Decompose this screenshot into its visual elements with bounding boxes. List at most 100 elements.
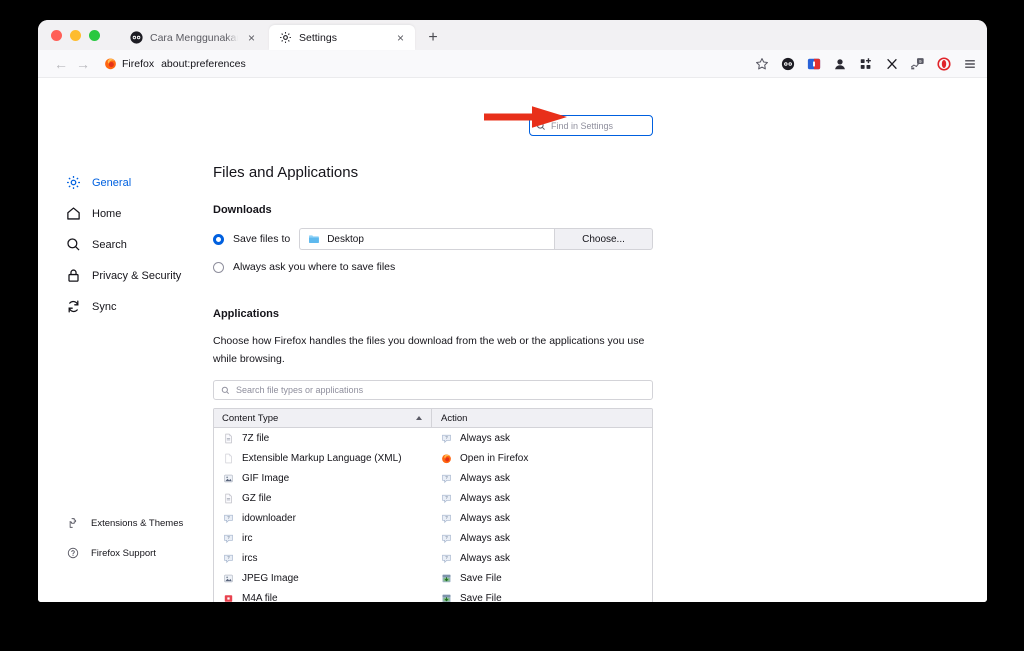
sidebar-item-sync[interactable]: Sync <box>38 291 213 322</box>
table-row[interactable]: ? idownloader? Always ask <box>214 508 652 528</box>
download-folder-row: Desktop Choose... <box>299 228 653 250</box>
table-row[interactable]: ? ircs ? Always ask <box>214 548 652 568</box>
question-circle-icon <box>67 547 79 559</box>
always-ask-icon: ? <box>224 554 233 563</box>
sidebar-item-firefox-support[interactable]: Firefox Support <box>38 538 213 568</box>
hamburger-menu-icon[interactable] <box>962 56 977 71</box>
x-icon[interactable] <box>884 56 899 71</box>
cell-action[interactable]: ? Always ask <box>432 473 652 484</box>
forward-button[interactable]: → <box>72 53 94 75</box>
cell-content-type: ? irc <box>214 533 432 544</box>
content-type-label: GIF Image <box>242 472 290 484</box>
close-window-button[interactable] <box>51 30 62 41</box>
always-ask-icon: ? <box>442 514 451 523</box>
content-type-label: GZ file <box>242 492 272 504</box>
application-search-input[interactable]: Search file types or applications <box>213 380 653 400</box>
always-ask-icon: ? <box>442 474 451 483</box>
save-files-to-row[interactable]: Save files to Desktop Choose... <box>213 228 653 250</box>
column-header-action[interactable]: Action <box>432 409 652 427</box>
always-ask-icon: ? <box>442 534 451 543</box>
cell-action[interactable]: ? Always ask <box>432 553 652 564</box>
table-row[interactable]: Extensible Markup Language (XML) Open in … <box>214 448 652 468</box>
cell-action[interactable]: Open in Firefox <box>432 453 652 464</box>
back-button[interactable]: ← <box>50 53 72 75</box>
action-label: Always ask <box>460 552 511 564</box>
page-title: Files and Applications <box>213 164 359 181</box>
cell-action[interactable]: Save File <box>432 593 652 602</box>
cell-content-type: ? ircs <box>214 553 432 564</box>
new-tab-button[interactable]: + <box>421 25 445 50</box>
save-file-icon <box>442 594 451 602</box>
table-row[interactable]: ? irc? Always ask <box>214 528 652 548</box>
gear-icon <box>67 176 80 189</box>
cell-action[interactable]: ? Always ask <box>432 493 652 504</box>
account-icon[interactable] <box>832 56 847 71</box>
cell-content-type: Extensible Markup Language (XML) <box>214 453 432 464</box>
lock-icon <box>68 269 79 282</box>
always-ask-save-radio[interactable] <box>213 261 224 273</box>
dark-circle-icon[interactable] <box>780 56 795 71</box>
sidebar-item-label: Search <box>92 238 127 251</box>
applications-table-body: 7Z file? Always ask Extensible Markup Lang… <box>214 428 652 602</box>
opera-circle-icon[interactable] <box>936 56 951 71</box>
save-file-icon <box>442 574 451 582</box>
image-file-icon <box>224 474 233 482</box>
download-folder-field[interactable]: Desktop <box>299 228 554 250</box>
table-row[interactable]: GZ file ? Always ask <box>214 488 652 508</box>
table-row[interactable]: M4A file Save File <box>214 588 652 602</box>
sidebar-item-general[interactable]: General <box>38 167 213 198</box>
firefox-logo-icon <box>105 58 116 70</box>
table-row[interactable]: JPEG Image Save File <box>214 568 652 588</box>
minimize-window-button[interactable] <box>70 30 81 41</box>
folder-icon <box>309 235 320 243</box>
save-files-to-radio[interactable] <box>213 233 224 245</box>
cell-content-type: GZ file <box>214 493 432 504</box>
sidebar-item-privacy-security[interactable]: Privacy & Security <box>38 260 213 291</box>
url-bar[interactable]: Firefox about:preferences <box>104 54 754 74</box>
cell-action[interactable]: ? Always ask <box>432 433 652 444</box>
tab-title: Settings <box>299 31 337 44</box>
pocket-icon[interactable] <box>806 56 821 71</box>
tab-close-button[interactable]: × <box>394 31 407 44</box>
content-type-label: Extensible Markup Language (XML) <box>242 452 402 464</box>
action-label: Save File <box>460 572 502 584</box>
sidebar-item-extensions-themes[interactable]: Extensions & Themes <box>38 508 213 538</box>
action-label: Always ask <box>460 512 511 524</box>
download-folder-value: Desktop <box>327 233 364 245</box>
always-ask-save-row[interactable]: Always ask you where to save files <box>213 261 653 273</box>
bookmark-star-icon[interactable] <box>754 56 769 71</box>
search-icon <box>221 386 230 394</box>
extensions-grid-icon[interactable] <box>858 56 873 71</box>
cell-content-type: ? idownloader <box>214 513 432 524</box>
url-text: about:preferences <box>161 57 246 70</box>
sidebar-bottom-group: Extensions & Themes Firefox Support <box>38 508 213 568</box>
content-type-label: ircs <box>242 552 258 564</box>
tab-title: Cara Menggunakan Yandex unt <box>150 31 238 44</box>
sidebar-item-label: Firefox Support <box>91 547 156 559</box>
column-header-label: Action <box>441 412 468 424</box>
downloads-heading: Downloads <box>213 204 272 216</box>
application-search-placeholder: Search file types or applications <box>236 385 364 395</box>
cell-action[interactable]: ? Always ask <box>432 513 652 524</box>
tab-settings[interactable]: Settings × <box>269 25 415 50</box>
cell-content-type: M4A file <box>214 593 432 602</box>
sidebar-item-label: Privacy & Security <box>92 269 182 282</box>
action-label: Always ask <box>460 492 511 504</box>
sidebar-item-search[interactable]: Search <box>38 229 213 260</box>
tab-close-button[interactable]: × <box>245 31 258 44</box>
cell-action[interactable]: Save File <box>432 573 652 584</box>
sidebar-item-label: Extensions & Themes <box>91 517 184 529</box>
maximize-window-button[interactable] <box>89 30 100 41</box>
tab-strip: Cara Menggunakan Yandex unt × Settings ×… <box>38 20 987 50</box>
choose-button[interactable]: Choose... <box>554 228 653 250</box>
table-row[interactable]: GIF Image ? Always ask <box>214 468 652 488</box>
sidebar-item-home[interactable]: Home <box>38 198 213 229</box>
cell-content-type: JPEG Image <box>214 573 432 584</box>
action-label: Open in Firefox <box>460 452 529 464</box>
notification-badge-icon[interactable]: 9 <box>910 56 925 71</box>
column-header-content-type[interactable]: Content Type <box>214 409 432 427</box>
tab-yandex[interactable]: Cara Menggunakan Yandex unt × <box>120 25 266 50</box>
navigation-toolbar: ← → Firefox about:preferences 9 <box>38 50 987 78</box>
cell-action[interactable]: ? Always ask <box>432 533 652 544</box>
table-row[interactable]: 7Z file? Always ask <box>214 428 652 448</box>
